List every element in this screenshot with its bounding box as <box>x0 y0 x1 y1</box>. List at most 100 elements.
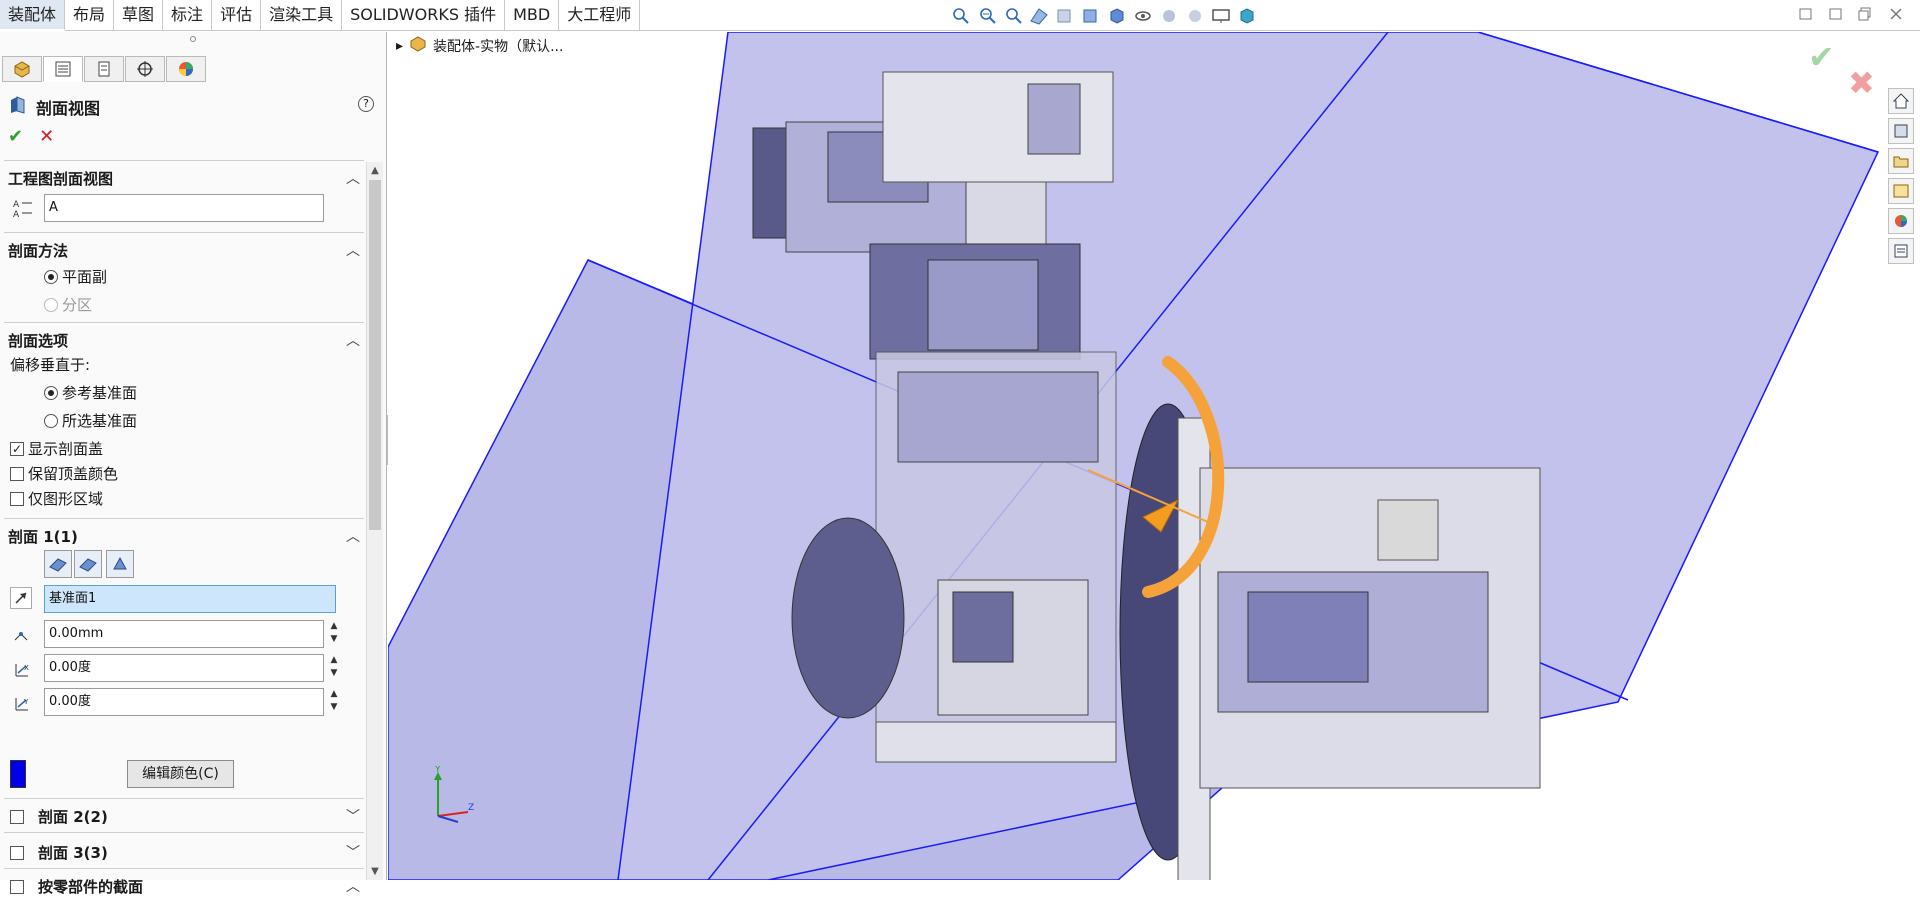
cube-icon[interactable] <box>1236 6 1258 26</box>
folder-icon[interactable] <box>1888 148 1914 174</box>
rotate-x-spinner-icon[interactable]: ▲ ▼ <box>328 654 340 682</box>
collapse-arrow-icon[interactable]: ︿ <box>346 876 360 896</box>
hide-show-icon[interactable] <box>1132 6 1154 26</box>
radio-selected-plane[interactable]: 所选基准面 <box>44 410 137 431</box>
tab-layout[interactable]: 布局 <box>65 0 115 31</box>
apply-scene-icon[interactable] <box>1184 6 1206 26</box>
graphics-area[interactable]: ▸ 装配体-实物（默认... ✔ ✖ Y Z <box>388 32 1920 880</box>
collapse-arrow-icon[interactable]: ︿ <box>346 240 360 260</box>
rotate-y-input[interactable]: 0.00度 <box>44 688 324 716</box>
checkbox-box[interactable] <box>10 491 24 506</box>
command-manager: 装配体 布局 草图 标注 评估 渲染工具 SOLIDWORKS 插件 MBD 大… <box>0 0 1920 31</box>
scroll-down-icon[interactable]: ▼ <box>370 866 380 877</box>
section-view-icon[interactable] <box>1028 6 1050 26</box>
edit-appearance-icon[interactable] <box>1158 6 1180 26</box>
checkbox-by-part-section[interactable]: 按零部件的截面 <box>10 876 143 897</box>
configurationmanager-tab-icon[interactable] <box>84 56 124 82</box>
checkbox-box[interactable]: ✓ <box>10 441 24 456</box>
appearance-icon[interactable] <box>1888 208 1914 234</box>
tab-mbd[interactable]: MBD <box>505 0 560 31</box>
panel-scrollbar[interactable]: ▲ ▼ <box>366 162 383 880</box>
collapse-arrow-icon[interactable]: ︿ <box>346 526 360 546</box>
assembly-root-label[interactable]: 装配体-实物（默认... <box>433 36 563 56</box>
expand-arrow-icon[interactable]: ﹀ <box>346 806 360 826</box>
tab-render-tools[interactable]: 渲染工具 <box>261 0 343 31</box>
rotate-x-input[interactable]: 0.00度 <box>44 654 324 682</box>
checkbox-box[interactable] <box>10 809 24 824</box>
restore-right-icon[interactable] <box>1828 6 1844 22</box>
reverse-direction-icon[interactable] <box>10 587 32 609</box>
radio-dot[interactable] <box>44 413 58 428</box>
tab-assembly[interactable]: 装配体 <box>0 0 66 31</box>
radio-reference-plane[interactable]: 参考基准面 <box>44 382 137 403</box>
ok-button[interactable]: ✔ <box>8 126 23 147</box>
view-palette-icon[interactable] <box>1888 178 1914 204</box>
collapse-arrow-icon[interactable]: ︿ <box>346 330 360 350</box>
divider <box>4 832 364 833</box>
checkbox-box[interactable] <box>10 845 24 860</box>
parts-icon[interactable] <box>1888 118 1914 144</box>
offset-distance-input[interactable]: 0.00mm <box>44 620 324 648</box>
edit-color-button[interactable]: 编辑颜色(C) <box>127 760 234 788</box>
previous-view-icon[interactable] <box>1002 6 1024 26</box>
featuremanager-tab-icon[interactable] <box>2 56 42 82</box>
drawing-section-group-title[interactable]: 工程图剖面视图 <box>8 168 113 189</box>
dynamic-annotation-icon[interactable] <box>1054 6 1076 26</box>
expand-arrow-icon[interactable]: ﹀ <box>346 842 360 862</box>
scroll-thumb[interactable] <box>369 180 381 530</box>
checkbox-box[interactable] <box>10 466 24 481</box>
collapse-arrow-icon[interactable]: ︿ <box>346 168 360 188</box>
rotate-y-icon: Y <box>12 694 34 716</box>
close-icon[interactable] <box>1888 6 1904 22</box>
custom-properties-icon[interactable] <box>1888 238 1914 264</box>
displaymanager-tab-icon[interactable] <box>166 56 206 82</box>
heads-up-view-toolbar <box>950 5 1258 27</box>
panel-grip[interactable] <box>190 36 196 42</box>
method-group-title[interactable]: 剖面方法 <box>8 240 68 261</box>
tab-solidworks-addins[interactable]: SOLIDWORKS 插件 <box>342 0 506 31</box>
section-plane-button-1[interactable] <box>44 550 72 578</box>
view-orientation-icon[interactable] <box>1080 6 1102 26</box>
section-plane-button-3[interactable] <box>106 550 134 578</box>
checkbox-keep-cap-color[interactable]: 保留顶盖颜色 <box>10 463 118 484</box>
tab-evaluate[interactable]: 评估 <box>212 0 262 31</box>
tab-sketch[interactable]: 草图 <box>114 0 164 31</box>
section-color-swatch[interactable] <box>10 760 26 788</box>
dimxpert-tab-icon[interactable] <box>125 56 165 82</box>
tab-markup[interactable]: 标注 <box>163 0 213 31</box>
checkbox-section3[interactable]: 剖面 3(3) <box>10 842 108 863</box>
maximize-icon[interactable] <box>1858 6 1874 22</box>
display-style-icon[interactable] <box>1106 6 1128 26</box>
motor-section <box>927 259 1039 351</box>
feature-tree-flyout[interactable]: ▸ 装配体-实物（默认... <box>396 36 563 56</box>
radio-dot[interactable] <box>44 269 58 284</box>
confirm-corner-cancel-icon[interactable]: ✖ <box>1848 64 1875 102</box>
section-plane-field[interactable]: 基准面1 <box>44 585 336 613</box>
zoom-fit-icon[interactable] <box>950 6 972 26</box>
section1-group-title[interactable]: 剖面 1(1) <box>8 526 78 547</box>
section-label-input[interactable]: A <box>44 194 324 222</box>
tab-dagongchengshi[interactable]: 大工程师 <box>559 0 641 31</box>
cancel-button[interactable]: ✕ <box>39 126 54 147</box>
checkbox-show-section-cap[interactable]: ✓ 显示剖面盖 <box>10 438 103 459</box>
home-icon[interactable] <box>1888 88 1914 114</box>
confirm-corner-ok-icon[interactable]: ✔ <box>1808 38 1835 76</box>
checkbox-section2[interactable]: 剖面 2(2) <box>10 806 108 827</box>
view-settings-icon[interactable] <box>1210 6 1232 26</box>
options-group-title[interactable]: 剖面选项 <box>8 330 68 351</box>
restore-left-icon[interactable] <box>1798 6 1814 22</box>
radio-dot[interactable] <box>44 385 58 400</box>
section-plane-button-2[interactable] <box>74 550 102 578</box>
offset-spinner-icon[interactable]: ▲ ▼ <box>328 620 340 648</box>
rotate-y-spinner-icon[interactable]: ▲ ▼ <box>328 688 340 716</box>
help-icon[interactable]: ? <box>358 96 374 112</box>
checkbox-box[interactable] <box>10 879 24 894</box>
expand-arrow-icon[interactable]: ▸ <box>396 38 403 54</box>
propertymanager-tab-icon[interactable] <box>43 56 83 82</box>
rotate-x-icon: X <box>12 660 34 682</box>
model-view[interactable] <box>388 32 1920 880</box>
radio-planar[interactable]: 平面副 <box>44 266 107 287</box>
checkbox-graphics-only[interactable]: 仅图形区域 <box>10 488 103 509</box>
zoom-area-icon[interactable] <box>976 6 998 26</box>
scroll-up-icon[interactable]: ▲ <box>370 165 380 176</box>
